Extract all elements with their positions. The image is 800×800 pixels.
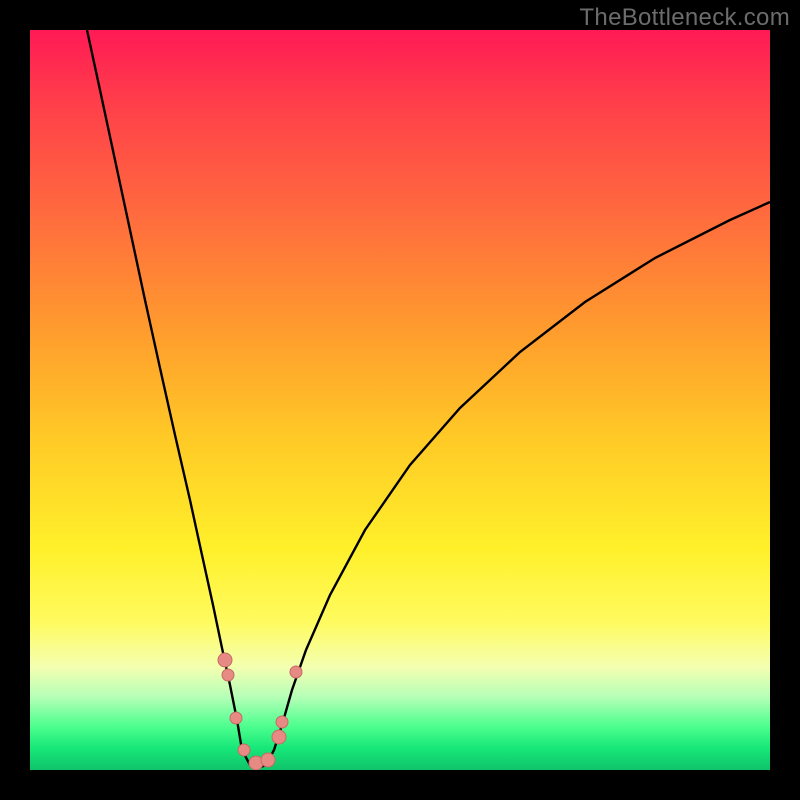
watermark-text: TheBottleneck.com [579,4,790,32]
plot-area [30,30,770,770]
chart-frame: TheBottleneck.com [0,0,800,800]
curve-marker [290,666,302,678]
curve-marker [261,753,275,767]
curve-marker [218,653,232,667]
curve-marker [272,730,286,744]
curve-marker [222,669,234,681]
curve-marker [238,744,250,756]
curve-marker [230,712,242,724]
curve-markers [218,653,302,770]
curve-marker [276,716,288,728]
bottleneck-curve [87,30,770,768]
bottleneck-curve-svg [30,30,770,770]
